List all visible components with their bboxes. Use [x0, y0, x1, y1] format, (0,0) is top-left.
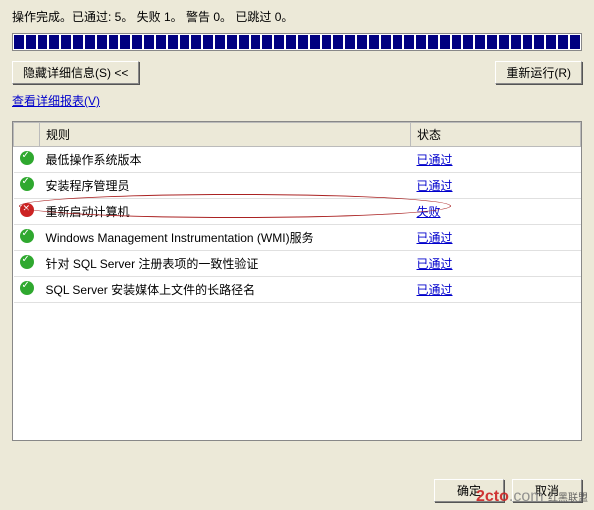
- table-row: 最低操作系统版本已通过: [14, 147, 581, 173]
- table-row: 重新启动计算机失败: [14, 199, 581, 225]
- progress-bar: [12, 33, 582, 51]
- pass-icon: [20, 177, 34, 191]
- col-rule: 规则: [40, 123, 411, 147]
- hide-details-button[interactable]: 隐藏详细信息(S) <<: [12, 61, 139, 84]
- view-report-link[interactable]: 查看详细报表(V): [12, 94, 100, 108]
- rule-cell: Windows Management Instrumentation (WMI)…: [40, 225, 411, 251]
- watermark: 2cto.com 红黑联盟: [476, 488, 588, 506]
- status-link-pass[interactable]: 已通过: [417, 283, 453, 297]
- table-row: SQL Server 安装媒体上文件的长路径名已通过: [14, 277, 581, 303]
- rule-cell: 针对 SQL Server 注册表项的一致性验证: [40, 251, 411, 277]
- col-status: 状态: [411, 123, 581, 147]
- status-link-pass[interactable]: 已通过: [417, 257, 453, 271]
- status-link-pass[interactable]: 已通过: [417, 231, 453, 245]
- table-row: Windows Management Instrumentation (WMI)…: [14, 225, 581, 251]
- pass-icon: [20, 281, 34, 295]
- status-link-fail[interactable]: 失败: [417, 205, 441, 219]
- rules-table: 规则 状态 最低操作系统版本已通过安装程序管理员已通过重新启动计算机失败Wind…: [13, 122, 581, 303]
- status-line: 操作完成。已通过: 5。 失败 1。 警告 0。 已跳过 0。: [0, 0, 594, 29]
- status-link-pass[interactable]: 已通过: [417, 179, 453, 193]
- col-icon: [14, 123, 40, 147]
- rerun-button[interactable]: 重新运行(R): [495, 61, 582, 84]
- rule-cell: 重新启动计算机: [40, 199, 411, 225]
- table-row: 针对 SQL Server 注册表项的一致性验证已通过: [14, 251, 581, 277]
- status-link-pass[interactable]: 已通过: [417, 153, 453, 167]
- rule-cell: SQL Server 安装媒体上文件的长路径名: [40, 277, 411, 303]
- fail-icon: [20, 203, 34, 217]
- table-row: 安装程序管理员已通过: [14, 173, 581, 199]
- pass-icon: [20, 229, 34, 243]
- rule-cell: 安装程序管理员: [40, 173, 411, 199]
- rules-table-container: 规则 状态 最低操作系统版本已通过安装程序管理员已通过重新启动计算机失败Wind…: [12, 121, 582, 441]
- rule-cell: 最低操作系统版本: [40, 147, 411, 173]
- pass-icon: [20, 255, 34, 269]
- pass-icon: [20, 151, 34, 165]
